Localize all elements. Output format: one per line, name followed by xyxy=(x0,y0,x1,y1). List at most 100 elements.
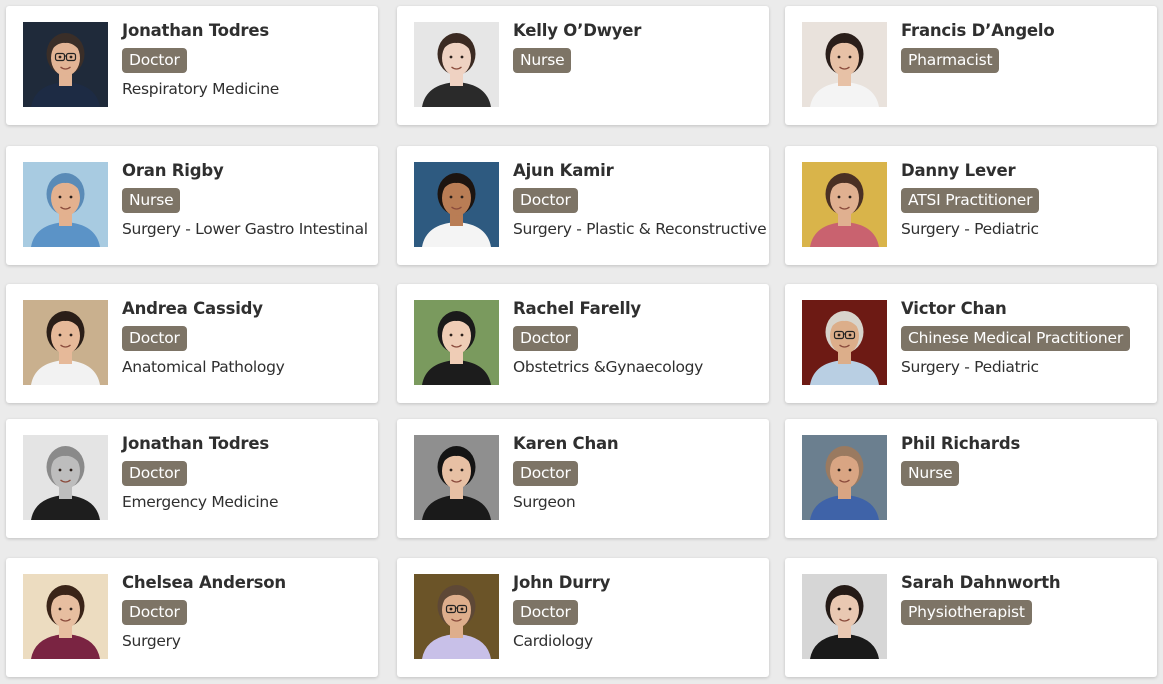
staff-card[interactable]: Danny Lever ATSI Practitioner Surgery - Pe… xyxy=(785,146,1157,265)
staff-name[interactable]: Oran Rigby xyxy=(122,160,372,182)
staff-photo[interactable] xyxy=(802,22,887,107)
portrait-icon xyxy=(23,22,108,107)
portrait-icon xyxy=(23,574,108,659)
portrait-icon xyxy=(414,162,499,247)
staff-card[interactable]: Jonathan Todres Doctor Respiratory Medicin… xyxy=(6,6,378,125)
staff-photo[interactable] xyxy=(23,22,108,107)
role-badge: Doctor xyxy=(513,461,578,486)
role-badge: Doctor xyxy=(513,600,578,625)
portrait-icon xyxy=(414,22,499,107)
staff-photo[interactable] xyxy=(802,435,887,520)
specialty-label: Surgery xyxy=(122,632,181,650)
staff-card[interactable]: Ajun Kamir Doctor Surgery - Plastic & Reco… xyxy=(397,146,769,265)
specialty-label: Surgery - Pediatric xyxy=(901,220,1039,238)
staff-photo[interactable] xyxy=(414,574,499,659)
staff-card[interactable]: Oran Rigby Nurse Surgery - Lower Gastro In… xyxy=(6,146,378,265)
staff-name[interactable]: Andrea Cassidy xyxy=(122,298,372,320)
portrait-icon xyxy=(23,300,108,385)
portrait-icon xyxy=(802,435,887,520)
staff-card[interactable]: Victor Chan Chinese Medical Practitioner S… xyxy=(785,284,1157,403)
portrait-icon xyxy=(23,435,108,520)
portrait-icon xyxy=(23,162,108,247)
role-badge: Pharmacist xyxy=(901,48,1000,73)
role-badge: Chinese Medical Practitioner xyxy=(901,326,1131,351)
staff-name[interactable]: Jonathan Todres xyxy=(122,433,372,455)
staff-name[interactable]: Ajun Kamir xyxy=(513,160,763,182)
staff-name[interactable]: Karen Chan xyxy=(513,433,763,455)
staff-info: Oran Rigby Nurse Surgery - Lower Gastro In… xyxy=(122,160,372,239)
staff-card[interactable]: Andrea Cassidy Doctor Anatomical Pathology xyxy=(6,284,378,403)
staff-name[interactable]: Kelly O’Dwyer xyxy=(513,20,763,42)
staff-name[interactable]: Chelsea Anderson xyxy=(122,572,372,594)
specialty-label: Obstetrics &Gynaecology xyxy=(513,358,704,376)
role-badge: Doctor xyxy=(122,600,187,625)
staff-info: Karen Chan Doctor Surgeon xyxy=(513,433,763,512)
staff-name[interactable]: Sarah Dahnworth xyxy=(901,572,1151,594)
staff-name[interactable]: Victor Chan xyxy=(901,298,1151,320)
staff-photo[interactable] xyxy=(414,300,499,385)
staff-photo[interactable] xyxy=(23,162,108,247)
role-badge: Physiotherapist xyxy=(901,600,1032,625)
staff-name[interactable]: Phil Richards xyxy=(901,433,1151,455)
staff-card[interactable]: Jonathan Todres Doctor Emergency Medicine xyxy=(6,419,378,538)
staff-photo[interactable] xyxy=(23,300,108,385)
role-badge: Doctor xyxy=(122,461,187,486)
specialty-label: Surgery - Plastic & Reconstructive xyxy=(513,220,767,238)
staff-info: Danny Lever ATSI Practitioner Surgery - Pe… xyxy=(901,160,1151,239)
portrait-icon xyxy=(802,574,887,659)
staff-info: Kelly O’Dwyer Nurse xyxy=(513,20,763,73)
portrait-icon xyxy=(414,435,499,520)
staff-photo[interactable] xyxy=(802,162,887,247)
specialty-label: Cardiology xyxy=(513,632,593,650)
staff-info: Rachel Farelly Doctor Obstetrics &Gynaecol… xyxy=(513,298,763,377)
staff-card[interactable]: Francis D’Angelo Pharmacist xyxy=(785,6,1157,125)
staff-info: Chelsea Anderson Doctor Surgery xyxy=(122,572,372,651)
staff-photo[interactable] xyxy=(23,574,108,659)
role-badge: Nurse xyxy=(122,188,181,213)
specialty-label: Respiratory Medicine xyxy=(122,80,279,98)
specialty-label: Surgery - Lower Gastro Intestinal xyxy=(122,220,368,238)
staff-info: Sarah Dahnworth Physiotherapist xyxy=(901,572,1151,625)
role-badge: Doctor xyxy=(513,326,578,351)
staff-name[interactable]: Francis D’Angelo xyxy=(901,20,1151,42)
portrait-icon xyxy=(414,574,499,659)
specialty-label: Surgeon xyxy=(513,493,576,511)
staff-info: Jonathan Todres Doctor Respiratory Medicin… xyxy=(122,20,372,99)
staff-info: Ajun Kamir Doctor Surgery - Plastic & Reco… xyxy=(513,160,767,239)
portrait-icon xyxy=(802,300,887,385)
staff-photo[interactable] xyxy=(23,435,108,520)
staff-card[interactable]: Karen Chan Doctor Surgeon xyxy=(397,419,769,538)
staff-info: Jonathan Todres Doctor Emergency Medicine xyxy=(122,433,372,512)
staff-info: John Durry Doctor Cardiology xyxy=(513,572,763,651)
staff-info: Andrea Cassidy Doctor Anatomical Pathology xyxy=(122,298,372,377)
portrait-icon xyxy=(414,300,499,385)
staff-name[interactable]: Rachel Farelly xyxy=(513,298,763,320)
staff-info: Victor Chan Chinese Medical Practitioner S… xyxy=(901,298,1151,377)
staff-photo[interactable] xyxy=(802,574,887,659)
specialty-label: Emergency Medicine xyxy=(122,493,279,511)
role-badge: Doctor xyxy=(122,48,187,73)
staff-photo[interactable] xyxy=(802,300,887,385)
staff-card[interactable]: Sarah Dahnworth Physiotherapist xyxy=(785,558,1157,677)
staff-card[interactable]: Rachel Farelly Doctor Obstetrics &Gynaecol… xyxy=(397,284,769,403)
staff-name[interactable]: John Durry xyxy=(513,572,763,594)
staff-card[interactable]: Phil Richards Nurse xyxy=(785,419,1157,538)
specialty-label: Surgery - Pediatric xyxy=(901,358,1039,376)
staff-photo[interactable] xyxy=(414,162,499,247)
role-badge: Doctor xyxy=(122,326,187,351)
staff-card[interactable]: John Durry Doctor Cardiology xyxy=(397,558,769,677)
staff-name[interactable]: Jonathan Todres xyxy=(122,20,372,42)
staff-card[interactable]: Chelsea Anderson Doctor Surgery xyxy=(6,558,378,677)
staff-name[interactable]: Danny Lever xyxy=(901,160,1151,182)
role-badge: Doctor xyxy=(513,188,578,213)
staff-card[interactable]: Kelly O’Dwyer Nurse xyxy=(397,6,769,125)
specialty-label: Anatomical Pathology xyxy=(122,358,285,376)
staff-info: Phil Richards Nurse xyxy=(901,433,1151,486)
role-badge: Nurse xyxy=(901,461,960,486)
role-badge: Nurse xyxy=(513,48,572,73)
role-badge: ATSI Practitioner xyxy=(901,188,1040,213)
portrait-icon xyxy=(802,22,887,107)
staff-directory-grid: Jonathan Todres Doctor Respiratory Medicin… xyxy=(0,0,1163,684)
staff-photo[interactable] xyxy=(414,22,499,107)
staff-photo[interactable] xyxy=(414,435,499,520)
